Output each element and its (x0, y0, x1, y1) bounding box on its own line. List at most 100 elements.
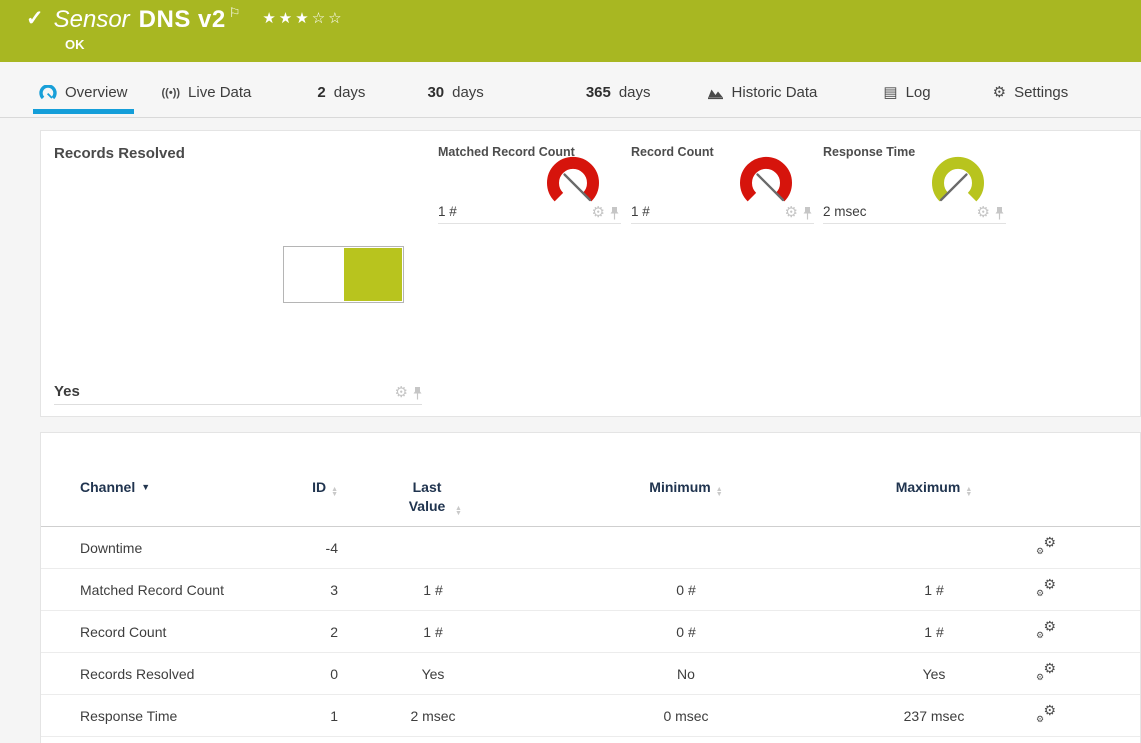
column-header-minimum[interactable]: Minimum ▲▼ (528, 478, 844, 497)
stars-filled[interactable]: ★★★ (262, 10, 311, 27)
column-label: Channel (80, 479, 135, 495)
cell-id: 2 (261, 624, 338, 640)
channel-settings-icon[interactable]: ⚙⚙ (1036, 621, 1056, 639)
cell-max: 1 # (844, 624, 1024, 640)
channel-table-header: Channel▼ID▲▼Last Value▲▼Minimum▲▼Maximum… (41, 478, 1140, 527)
cell-max: 1 # (844, 582, 1024, 598)
channel-settings-icon[interactable]: ⚙⚙ (1036, 705, 1056, 723)
column-header-id[interactable]: ID ▲▼ (261, 478, 338, 497)
sort-icon: ▲▼ (716, 487, 723, 497)
widget-pin-icon[interactable] (413, 387, 422, 400)
gauge-value: 2 msec (823, 204, 867, 219)
channel-row-response-time: Response Time12 msec0 msec237 msec⚙⚙ (41, 695, 1140, 737)
priority-stars[interactable]: ★★★☆☆ (262, 9, 344, 27)
tab-label: days (619, 84, 651, 101)
tab-settings[interactable]: ⚙ Settings (991, 62, 1071, 117)
channel-settings-icon[interactable]: ⚙⚙ (1036, 537, 1056, 555)
widget-pin-icon[interactable] (995, 207, 1004, 220)
tab-log[interactable]: ▤ Log (881, 62, 932, 117)
tab-label: Log (906, 84, 931, 101)
sort-desc-icon: ▼ (141, 482, 150, 492)
overview-panel: Records Resolved Yes ⚙ Matched Record Co… (40, 130, 1141, 417)
primary-channel-title: Records Resolved (54, 145, 422, 162)
cell-channel: Response Time (80, 708, 261, 724)
gauge-widget-response-time: Response Time 2 msec ⚙ (823, 145, 1006, 224)
widget-gear-icon[interactable]: ⚙ (977, 206, 990, 220)
tab-bar: Overview ((•)) Live Data 2 days 30 days 365 days… (0, 62, 1141, 118)
column-label: Last Value (404, 478, 450, 516)
gear-icon: ⚙ (993, 85, 1006, 100)
log-icon: ▤ (883, 85, 897, 100)
tab-label: Overview (65, 84, 128, 101)
gauge-widget-matched-record-count: Matched Record Count 1 # ⚙ (438, 145, 621, 224)
sensor-status-header: ✓ Sensor DNS v2 ⚐ ★★★☆☆ OK (0, 0, 1141, 62)
cell-last: 1 # (338, 624, 528, 640)
column-header-maximum[interactable]: Maximum ▲▼ (844, 478, 1024, 497)
widget-gear-icon[interactable]: ⚙ (592, 206, 605, 220)
cell-last: Yes (338, 666, 528, 682)
cell-min: 0 # (528, 582, 844, 598)
sort-icon: ▲▼ (965, 487, 972, 497)
priority-flag-icon[interactable]: ⚐ (229, 6, 241, 19)
widget-pin-icon[interactable] (803, 207, 812, 220)
column-label: Minimum (649, 479, 710, 495)
cell-min: 0 msec (528, 708, 844, 724)
sensor-name: DNS v2 (139, 6, 226, 34)
column-label: ID (312, 479, 326, 495)
cell-last: 1 # (338, 582, 528, 598)
cell-channel: Records Resolved (80, 666, 261, 682)
tab-label: Settings (1014, 84, 1068, 101)
tab-overview[interactable]: Overview (37, 62, 130, 117)
primary-channel-value: Yes (54, 383, 80, 400)
channel-row-records-resolved: Records Resolved0YesNoYes⚙⚙ (41, 653, 1140, 695)
sort-icon: ▲▼ (331, 487, 338, 497)
live-icon: ((•)) (162, 87, 181, 99)
widget-pin-icon[interactable] (610, 207, 619, 220)
cell-id: 1 (261, 708, 338, 724)
primary-channel-widget: Records Resolved Yes ⚙ (54, 145, 422, 405)
tab-2-days[interactable]: 2 days (315, 62, 367, 117)
column-header-last-value[interactable]: Last Value ▲▼ (338, 478, 528, 516)
channel-table-panel: Channel▼ID▲▼Last Value▲▼Minimum▲▼Maximum… (40, 432, 1141, 743)
boolean-chart (283, 246, 404, 303)
widget-gear-icon[interactable]: ⚙ (785, 206, 798, 220)
gauge-value: 1 # (438, 204, 457, 219)
cell-id: 3 (261, 582, 338, 598)
tab-label: Historic Data (732, 84, 818, 101)
sensor-page: ✓ Sensor DNS v2 ⚐ ★★★☆☆ OK Overview ((•))… (0, 0, 1141, 743)
tab-label: Live Data (188, 84, 251, 101)
widget-gear-icon[interactable]: ⚙ (395, 386, 408, 400)
tab-number: 30 (427, 84, 444, 101)
tab-historic-data[interactable]: Historic Data (705, 62, 820, 117)
cell-last: 2 msec (338, 708, 528, 724)
channel-row-record-count: Record Count21 #0 #1 #⚙⚙ (41, 611, 1140, 653)
cell-id: -4 (261, 540, 338, 556)
sort-icon: ▲▼ (455, 506, 462, 516)
stars-empty[interactable]: ☆☆ (312, 10, 345, 27)
column-header-channel[interactable]: Channel ▼ (80, 478, 261, 497)
channel-row-downtime: Downtime-4 ⚙⚙ (41, 527, 1140, 569)
tab-365-days[interactable]: 365 days (584, 62, 653, 117)
channel-settings-icon[interactable]: ⚙⚙ (1036, 663, 1056, 681)
tab-number: 2 (317, 84, 325, 101)
cell-id: 0 (261, 666, 338, 682)
cell-channel: Record Count (80, 624, 261, 640)
channel-settings-icon[interactable]: ⚙⚙ (1036, 579, 1056, 597)
tab-number: 365 (586, 84, 611, 101)
tab-label: days (334, 84, 366, 101)
gauge-value: 1 # (631, 204, 650, 219)
cell-channel: Matched Record Count (80, 582, 261, 598)
tab-live-data[interactable]: ((•)) Live Data (160, 62, 254, 117)
sensor-kind-label: Sensor (54, 6, 130, 34)
column-label: Maximum (896, 479, 961, 495)
tab-30-days[interactable]: 30 days (425, 62, 485, 117)
channel-row-matched-record-count: Matched Record Count31 #0 #1 #⚙⚙ (41, 569, 1140, 611)
cell-channel: Downtime (80, 540, 261, 556)
cell-min: 0 # (528, 624, 844, 640)
cell-max: Yes (844, 666, 1024, 682)
chart-icon (707, 86, 724, 100)
tab-label: days (452, 84, 484, 101)
cell-min: No (528, 666, 844, 682)
status-check-icon: ✓ (26, 6, 44, 32)
gauge-icon (39, 85, 57, 101)
